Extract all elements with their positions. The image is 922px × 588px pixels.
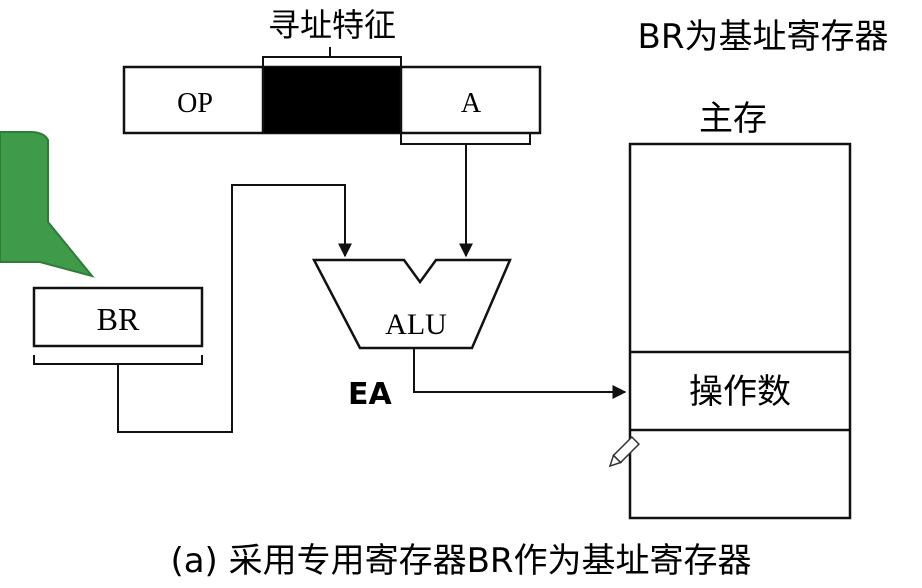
op-field-label: OP xyxy=(177,88,213,119)
callout-bubble xyxy=(0,131,95,278)
addressing-feature-brace xyxy=(262,47,402,66)
addressing-feature-field xyxy=(263,67,401,133)
br-brace xyxy=(33,355,203,374)
instruction-format: OP A xyxy=(122,65,542,135)
main-memory-box xyxy=(628,142,852,520)
ea-arrow xyxy=(413,348,627,399)
ea-label: EA xyxy=(348,377,392,412)
operand-cell-label: 操作数 xyxy=(689,372,791,412)
addressing-feature-label: 寻址特征 xyxy=(268,6,396,44)
base-register-note: BR为基址寄存器 xyxy=(638,17,889,57)
a-field-brace xyxy=(400,134,531,154)
main-memory-label: 主存 xyxy=(699,99,767,139)
br-register-label: BR xyxy=(97,301,140,337)
alu-label: ALU xyxy=(385,308,447,341)
diagram-canvas: OP A 寻址特征 BR为基址寄存器 BR ALU EA 主存 操作数 (a) … xyxy=(0,6,889,581)
figure-caption: (a) 采用专用寄存器BR作为基址寄存器 xyxy=(170,541,751,581)
a-field-label: A xyxy=(461,88,482,119)
